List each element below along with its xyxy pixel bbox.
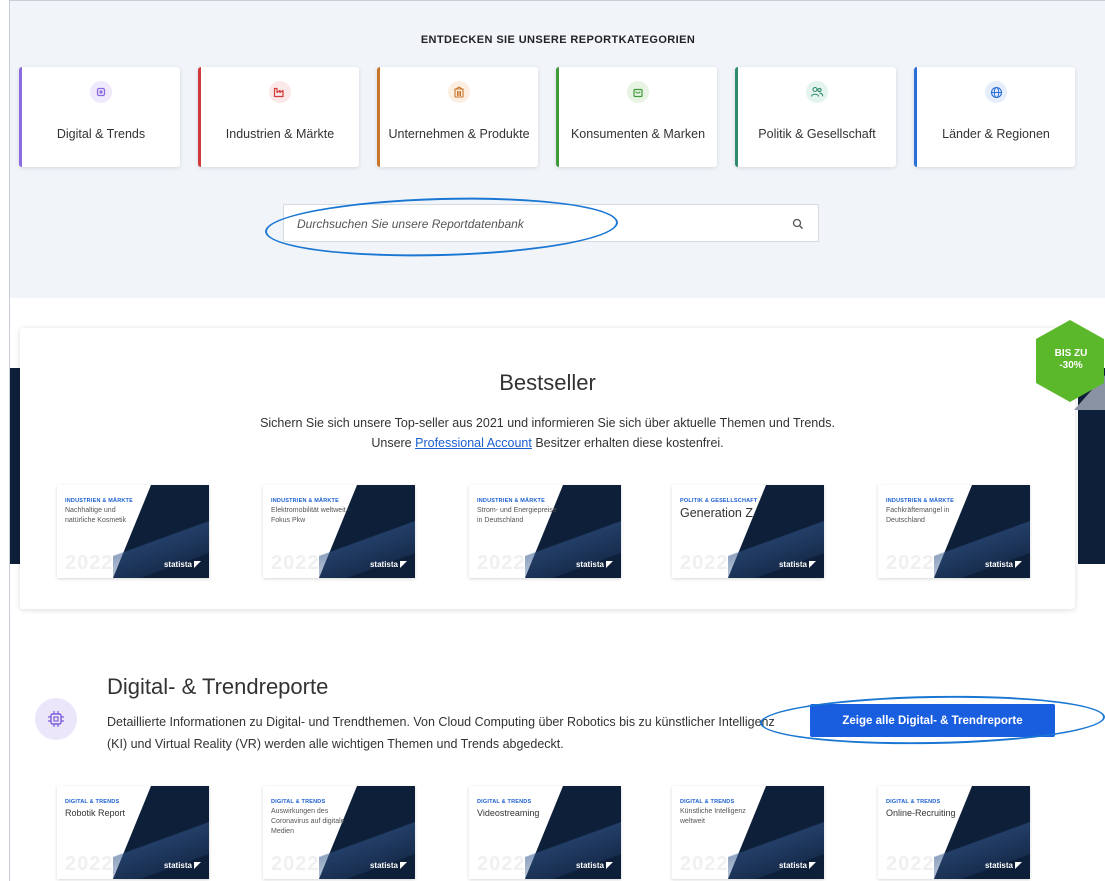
professional-account-link[interactable]: Professional Account [415,436,532,450]
search-icon[interactable] [790,216,806,232]
report-title: Auswirkungen des Coronavirus auf digital… [271,808,345,835]
report-category: DIGITAL & TRENDS [271,799,326,805]
people-icon [806,81,828,103]
report-category: DIGITAL & TRENDS [65,799,120,805]
statista-logo: statista [985,861,1022,870]
report-category: INDUSTRIEN & MÄRKTE [477,498,545,504]
statista-logo: statista [576,861,613,870]
show-all-digital-reports-button[interactable]: Zeige alle Digital- & Trendreporte [810,704,1055,737]
report-title: Generation Z [680,506,753,520]
bestseller-section: Bestseller Sichern Sie sich unsere Top-s… [20,328,1075,609]
subtitle-text: Unsere [371,436,416,450]
digital-section-description: Detaillierte Informationen zu Digital- u… [107,715,775,751]
report-card[interactable]: INDUSTRIEN & MÄRKTE Nachhaltige und natü… [57,485,209,578]
building-icon [448,81,470,103]
report-year: 2022 [65,552,114,574]
category-card-konsumenten-marken[interactable]: Konsumenten & Marken [556,67,717,167]
report-card[interactable]: DIGITAL & TRENDS Auswirkungen des Corona… [263,786,415,879]
report-title: Robotik Report [65,808,126,818]
report-card[interactable]: INDUSTRIEN & MÄRKTE Fachkräftemangel in … [878,485,1030,578]
statista-logo: statista [779,861,816,870]
report-year: 2022 [477,552,526,574]
category-label: Digital & Trends [56,127,146,141]
bestseller-subtitle: Sichern Sie sich unsere Top-seller aus 2… [20,413,1075,453]
factory-icon [269,81,291,103]
report-card[interactable]: DIGITAL & TRENDS Online-Recruiting 2022 … [878,786,1030,879]
bestseller-title: Bestseller [499,370,596,395]
report-category: INDUSTRIEN & MÄRKTE [65,498,133,504]
category-label: Länder & Regionen [942,127,1050,141]
chip-icon [90,81,112,103]
report-year: 2022 [886,552,935,574]
statista-logo: statista [985,560,1022,569]
report-title: Videostreaming [477,808,540,818]
bestseller-subtitle-line2: Unsere Professional Account Besitzer erh… [20,433,1075,453]
shopping-bag-icon [627,81,649,103]
report-card[interactable]: INDUSTRIEN & MÄRKTE Elektromobilität wel… [263,485,415,578]
badge-text-line1: BIS ZU [1055,348,1088,359]
category-label: Industrien & Märkte [225,127,335,141]
report-year: 2022 [680,552,729,574]
report-card[interactable]: DIGITAL & TRENDS Künstliche Intelligenz … [672,786,824,879]
report-card[interactable]: DIGITAL & TRENDS Videostreaming 2022 sta… [469,786,621,879]
report-category: DIGITAL & TRENDS [680,799,735,805]
report-title: Fachkräftemangel in Deutschland [886,507,950,524]
section-heading: ENTDECKEN SIE UNSERE REPORTKATEGORIEN [420,34,696,46]
decorative-band-left [10,368,20,564]
category-label: Politik & Gesellschaft [758,127,876,141]
page-frame: ENTDECKEN SIE UNSERE REPORTKATEGORIEN Di… [9,0,1105,881]
statista-logo: statista [779,560,816,569]
statista-logo: statista [164,861,201,870]
discount-badge: BIS ZU -30% [1036,320,1105,410]
statista-logo: statista [164,560,201,569]
digital-section-title: Digital- & Trendreporte [107,674,329,699]
report-card[interactable]: INDUSTRIEN & MÄRKTE Strom- und Energiepr… [469,485,621,578]
category-card-laender-regionen[interactable]: Länder & Regionen [914,67,1075,167]
category-card-unternehmen-produkte[interactable]: Unternehmen & Produkte [377,67,538,167]
category-label: Konsumenten & Marken [570,127,706,141]
report-card[interactable]: DIGITAL & TRENDS Robotik Report 2022 sta… [57,786,209,879]
report-title: Strom- und Energiepreise in Deutschland [477,507,557,524]
report-category: DIGITAL & TRENDS [886,799,941,805]
search-input[interactable] [297,215,757,233]
category-card-politik-gesellschaft[interactable]: Politik & Gesellschaft [735,67,896,167]
search-box [283,204,819,242]
report-year: 2022 [477,853,526,875]
report-card[interactable]: POLITIK & GESELLSCHAFT Generation Z 2022… [672,485,824,578]
report-category: POLITIK & GESELLSCHAFT [680,498,758,504]
report-title: Künstliche Intelligenz weltweit [680,808,746,825]
category-card-industrien-maerkte[interactable]: Industrien & Märkte [198,67,359,167]
report-year: 2022 [271,853,320,875]
chip-icon [35,698,77,740]
statista-logo: statista [370,861,407,870]
report-title: Elektromobilität weltweit - Fokus Pkw [271,507,350,524]
report-title: Nachhaltige und natürliche Kosmetik [65,507,127,524]
globe-icon [985,81,1007,103]
report-year: 2022 [65,853,114,875]
subtitle-text: Besitzer erhalten diese kostenfrei. [531,436,724,450]
report-category: INDUSTRIEN & MÄRKTE [271,498,339,504]
report-category: INDUSTRIEN & MÄRKTE [886,498,954,504]
statista-logo: statista [370,560,407,569]
bestseller-subtitle-line1: Sichern Sie sich unsere Top-seller aus 2… [260,416,835,430]
report-title: Online-Recruiting [886,808,956,818]
category-card-digital-trends[interactable]: Digital & Trends [19,67,180,167]
badge-text-line2: -30% [1059,360,1082,371]
statista-logo: statista [576,560,613,569]
category-section: ENTDECKEN SIE UNSERE REPORTKATEGORIEN Di… [10,1,1105,298]
report-year: 2022 [680,853,729,875]
report-year: 2022 [271,552,320,574]
report-year: 2022 [886,853,935,875]
report-category: DIGITAL & TRENDS [477,799,532,805]
category-label: Unternehmen & Produkte [388,127,530,141]
